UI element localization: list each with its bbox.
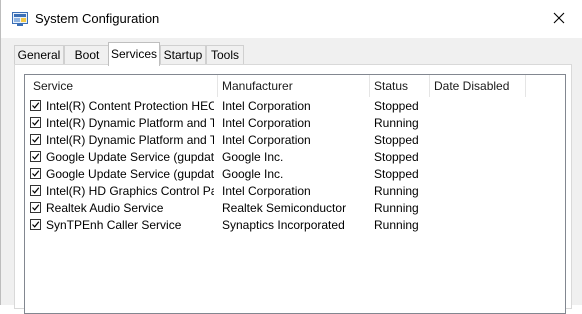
services-list[interactable]: Service Manufacturer Status Date Disable… (24, 74, 566, 314)
manufacturer: Synaptics Incorporated (222, 218, 345, 232)
service-checkbox[interactable] (30, 202, 41, 213)
tab-startup[interactable]: Startup (160, 45, 206, 64)
service-checkbox[interactable] (30, 219, 41, 230)
status: Stopped (374, 150, 419, 164)
service-checkbox[interactable] (30, 100, 41, 111)
tab-general[interactable]: General (14, 45, 64, 64)
date-disabled (434, 183, 524, 200)
window-title: System Configuration (35, 11, 160, 26)
table-row[interactable]: Intel(R) Dynamic Platform and T... Intel… (25, 132, 565, 149)
table-row[interactable]: Intel(R) Dynamic Platform and T... Intel… (25, 115, 565, 132)
table-row[interactable]: Google Update Service (gupdatem) Google … (25, 166, 565, 183)
service-name: Intel(R) Dynamic Platform and T... (46, 116, 214, 130)
manufacturer: Google Inc. (222, 167, 284, 181)
service-name: Intel(R) Dynamic Platform and T... (46, 133, 214, 147)
service-name: Google Update Service (gupdatem) (46, 167, 214, 181)
service-name: Google Update Service (gupdate) (46, 150, 214, 164)
service-name: SynTPEnh Caller Service (46, 218, 182, 232)
service-name: Realtek Audio Service (46, 201, 164, 215)
column-header-service[interactable]: Service (25, 75, 218, 97)
date-disabled (434, 217, 524, 234)
manufacturer: Google Inc. (222, 150, 284, 164)
title-bar: System Configuration (1, 0, 582, 38)
status: Running (374, 201, 419, 215)
tab-services[interactable]: Services (108, 42, 160, 66)
service-checkbox[interactable] (30, 185, 41, 196)
status: Stopped (374, 167, 419, 181)
column-header-status[interactable]: Status (370, 75, 430, 97)
table-row[interactable]: Intel(R) HD Graphics Control Pa... Intel… (25, 183, 565, 200)
close-button[interactable] (536, 0, 582, 38)
column-header-date-disabled[interactable]: Date Disabled (430, 75, 526, 97)
service-name: Intel(R) Content Protection HEC... (46, 99, 214, 113)
service-name: Intel(R) HD Graphics Control Pa... (46, 184, 214, 198)
date-disabled (434, 166, 524, 183)
date-disabled (434, 115, 524, 132)
status: Stopped (374, 99, 419, 113)
date-disabled (434, 132, 524, 149)
table-row[interactable]: Intel(R) Content Protection HEC... Intel… (25, 98, 565, 115)
tab-tools[interactable]: Tools (206, 45, 244, 64)
system-config-icon (12, 12, 28, 26)
manufacturer: Realtek Semiconductor (222, 201, 347, 215)
date-disabled (434, 149, 524, 166)
tab-boot[interactable]: Boot (64, 45, 110, 64)
table-row[interactable]: SynTPEnh Caller Service Synaptics Incorp… (25, 217, 565, 234)
manufacturer: Intel Corporation (222, 116, 311, 130)
close-icon (553, 12, 565, 27)
status: Running (374, 184, 419, 198)
date-disabled (434, 98, 524, 115)
manufacturer: Intel Corporation (222, 184, 311, 198)
manufacturer: Intel Corporation (222, 133, 311, 147)
service-checkbox[interactable] (30, 151, 41, 162)
table-row[interactable]: Google Update Service (gupdate) Google I… (25, 149, 565, 166)
table-row[interactable]: Realtek Audio Service Realtek Semiconduc… (25, 200, 565, 217)
service-checkbox[interactable] (30, 168, 41, 179)
column-header-manufacturer[interactable]: Manufacturer (218, 75, 370, 97)
date-disabled (434, 200, 524, 217)
service-checkbox[interactable] (30, 117, 41, 128)
list-header: Service Manufacturer Status Date Disable… (25, 75, 565, 97)
status: Running (374, 116, 419, 130)
service-checkbox[interactable] (30, 134, 41, 145)
status: Running (374, 218, 419, 232)
system-configuration-window: System Configuration General Boot Servic… (0, 0, 582, 314)
manufacturer: Intel Corporation (222, 99, 311, 113)
services-panel: Service Manufacturer Status Date Disable… (14, 64, 572, 314)
status: Stopped (374, 133, 419, 147)
